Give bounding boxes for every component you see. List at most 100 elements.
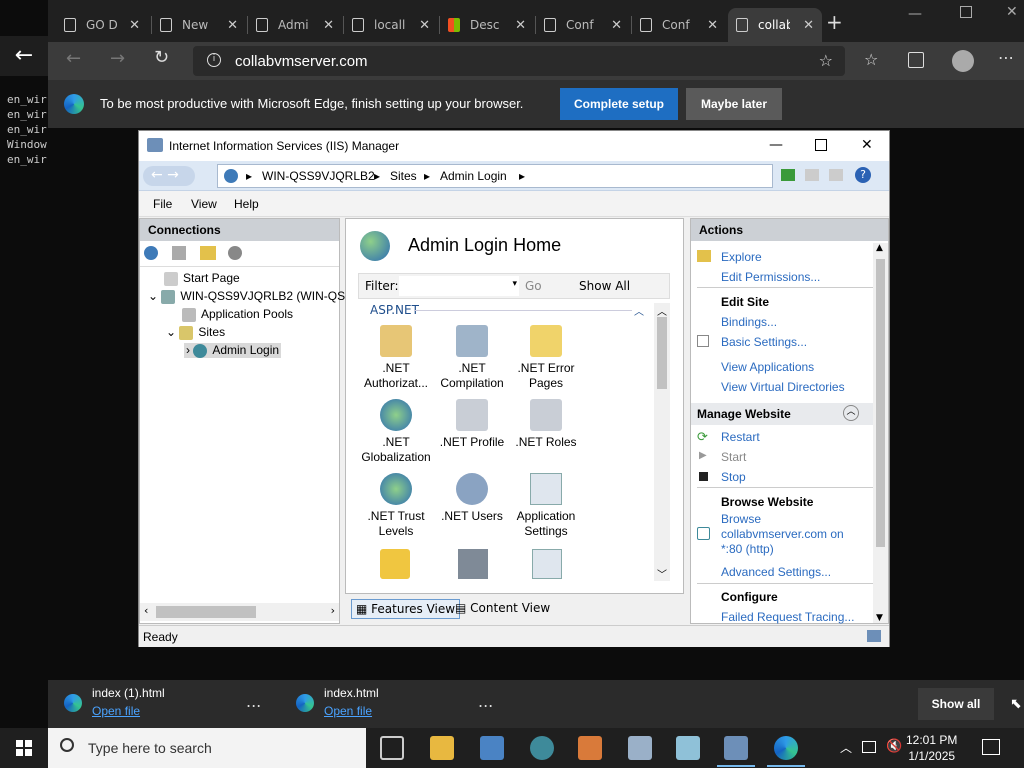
info-icon[interactable]: i <box>207 53 221 67</box>
group-header[interactable]: ASP.NET <box>370 303 419 317</box>
stop-icon[interactable] <box>805 169 819 181</box>
feature-net-compilation[interactable]: .NET Compilation <box>434 325 510 391</box>
browser-tab[interactable]: Conf ✕ <box>536 8 630 42</box>
download-item[interactable]: index (1).html Open file <box>92 686 165 718</box>
feature-net-error-pages[interactable]: .NET Error Pages <box>508 325 584 391</box>
tree-item-sites[interactable]: ⌄ Sites <box>166 325 225 340</box>
action-view-virtual-directories[interactable]: View Virtual Directories <box>721 380 845 394</box>
feature-icon-partial[interactable] <box>532 549 562 579</box>
window-titlebar[interactable]: Internet Information Services (IIS) Mana… <box>139 131 889 161</box>
browser-tab[interactable]: Conf ✕ <box>632 8 726 42</box>
browser-tab-active[interactable]: collab ✕ <box>728 8 822 42</box>
close-tab-icon[interactable]: ✕ <box>419 18 430 33</box>
collapse-icon[interactable]: ︿ <box>634 303 644 318</box>
feature-net-globalization[interactable]: .NET Globalization <box>358 399 434 465</box>
feature-application-settings[interactable]: Application Settings <box>508 473 584 539</box>
tree-item-server[interactable]: ⌄ WIN-QSS9VJQRLB2 (WIN-QSS <box>148 289 353 304</box>
new-tab-button[interactable]: + <box>826 10 843 34</box>
address-bar[interactable]: i collabvmserver.com ☆ <box>193 46 845 76</box>
download-more-icon[interactable]: ... <box>478 692 493 711</box>
network-globe-icon[interactable] <box>530 736 554 760</box>
tree-item-start-page[interactable]: Start Page <box>164 271 240 286</box>
action-explore[interactable]: Explore <box>721 250 762 264</box>
refresh-icon[interactable] <box>781 169 795 181</box>
action-failed-request-tracing[interactable]: Failed Request Tracing... <box>721 610 854 624</box>
paint-icon[interactable] <box>578 736 602 760</box>
iis-manager-taskbar-icon[interactable] <box>724 736 748 760</box>
download-more-icon[interactable]: ... <box>246 692 261 711</box>
show-all-button[interactable]: Show All <box>579 279 630 293</box>
back-forward-icon[interactable]: ← → <box>143 166 195 186</box>
feature-icon-partial[interactable] <box>380 549 410 579</box>
profile-avatar[interactable] <box>952 50 974 72</box>
connections-hscrollbar[interactable]: ‹ › <box>140 603 339 621</box>
menu-file[interactable]: File <box>153 197 172 211</box>
favorite-star-icon[interactable]: ☆ <box>819 51 833 70</box>
download-item[interactable]: index.html Open file <box>324 686 379 718</box>
close-icon[interactable]: ✕ <box>861 137 873 153</box>
action-edit-permissions[interactable]: Edit Permissions... <box>721 270 820 284</box>
complete-setup-button[interactable]: Complete setup <box>560 88 678 120</box>
favorites-icon[interactable]: ☆ <box>864 50 878 69</box>
menu-view[interactable]: View <box>191 197 217 211</box>
refresh-icon[interactable]: ↻ <box>154 47 169 68</box>
breadcrumb-sites[interactable]: Sites <box>390 169 417 183</box>
back-icon[interactable]: ← <box>66 48 81 69</box>
connect-icon[interactable] <box>144 246 158 260</box>
minimize-icon[interactable]: — <box>908 6 922 22</box>
breadcrumb[interactable]: ▸ WIN-QSS9VJQRLB2 ▸ Sites ▸ Admin Login … <box>217 164 773 188</box>
action-advanced-settings[interactable]: Advanced Settings... <box>721 565 831 579</box>
forward-icon[interactable]: → <box>110 48 125 69</box>
manage-website-header[interactable]: Manage Website ︿ <box>691 403 874 425</box>
notepad-icon[interactable] <box>676 736 700 760</box>
close-tab-icon[interactable]: ✕ <box>323 18 334 33</box>
edge-taskbar-icon[interactable] <box>774 736 798 760</box>
system-clock[interactable]: 12:01 PM 1/1/2025 <box>906 732 957 764</box>
remote-desktop-icon[interactable] <box>628 736 652 760</box>
volume-muted-icon[interactable]: 🔇 <box>886 739 902 754</box>
close-tab-icon[interactable]: ✕ <box>707 18 718 33</box>
breadcrumb-site[interactable]: Admin Login <box>440 169 507 183</box>
action-view-applications[interactable]: View Applications <box>721 360 814 374</box>
browser-tab[interactable]: Admi ✕ <box>248 8 342 42</box>
tree-item-app-pools[interactable]: Application Pools <box>182 307 293 322</box>
maximize-icon[interactable] <box>815 139 827 151</box>
open-file-link[interactable]: Open file <box>324 704 379 718</box>
file-explorer-icon[interactable] <box>430 736 454 760</box>
action-bindings[interactable]: Bindings... <box>721 315 777 329</box>
collections-icon[interactable] <box>908 52 924 68</box>
breadcrumb-server[interactable]: WIN-QSS9VJQRLB2 <box>262 169 375 183</box>
maybe-later-button[interactable]: Maybe later <box>686 88 782 120</box>
save-icon[interactable] <box>172 246 186 260</box>
feature-net-profile[interactable]: .NET Profile <box>434 399 510 450</box>
close-window-icon[interactable]: ✕ <box>1006 4 1018 20</box>
feature-icon-partial[interactable] <box>458 549 488 579</box>
go-button[interactable]: Go <box>525 279 542 293</box>
taskbar-search[interactable]: Type here to search <box>48 728 366 768</box>
features-vscrollbar[interactable]: ︿ ﹀ <box>654 303 670 581</box>
minimize-icon[interactable]: — <box>769 137 783 153</box>
start-button[interactable] <box>0 728 48 768</box>
feature-net-trust-levels[interactable]: .NET Trust Levels <box>358 473 434 539</box>
action-basic-settings[interactable]: Basic Settings... <box>721 335 807 349</box>
content-view-tab[interactable]: ▤ Content View <box>455 601 550 615</box>
menu-help[interactable]: Help <box>234 197 259 211</box>
open-file-link[interactable]: Open file <box>92 704 165 718</box>
server-manager-icon[interactable] <box>480 736 504 760</box>
show-hidden-icons[interactable]: ︿ <box>840 739 852 756</box>
action-browse-site[interactable]: Browse collabvmserver.com on *:80 (http) <box>721 512 844 557</box>
help-icon[interactable]: ? <box>855 167 871 183</box>
action-stop[interactable]: Stop <box>721 470 746 484</box>
home-icon[interactable] <box>829 169 843 181</box>
close-tab-icon[interactable]: ✕ <box>611 18 622 33</box>
actions-vscrollbar[interactable]: ▲ ▼ <box>873 243 888 623</box>
close-tab-icon[interactable]: ✕ <box>803 18 814 33</box>
feature-net-roles[interactable]: .NET Roles <box>508 399 584 450</box>
show-all-button[interactable]: Show all <box>918 688 994 720</box>
disconnect-icon[interactable] <box>228 246 242 260</box>
more-icon[interactable]: ⋯ <box>998 48 1014 67</box>
back-arrow-icon[interactable]: ← <box>0 36 48 76</box>
close-tab-icon[interactable]: ✕ <box>515 18 526 33</box>
browser-tab[interactable]: Desc ✕ <box>440 8 534 42</box>
features-view-tab[interactable]: ▦ Features View <box>351 599 461 619</box>
